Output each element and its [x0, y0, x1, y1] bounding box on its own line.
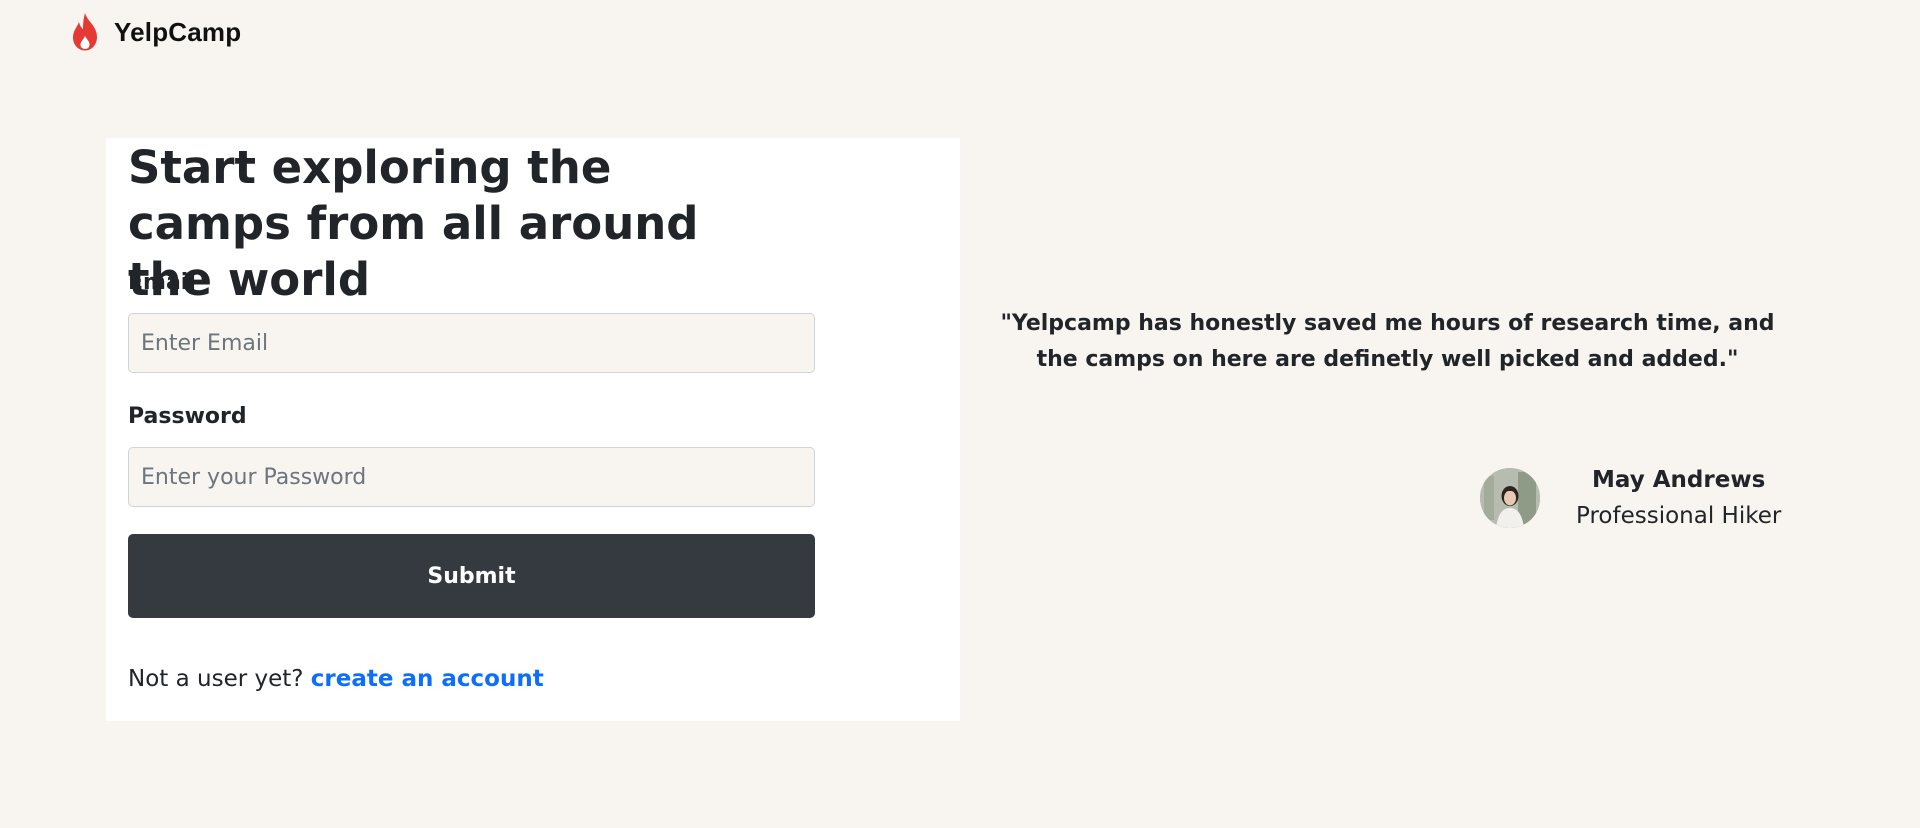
flame-icon	[73, 13, 97, 51]
brand[interactable]: YelpCamp	[70, 12, 241, 52]
page-title: Start exploring the camps from all aroun…	[128, 141, 699, 306]
author-details: May Andrews Professional Hiker	[1576, 462, 1781, 534]
email-label: Email	[128, 270, 196, 295]
avatar-photo-icon	[1480, 468, 1540, 528]
create-account-link[interactable]: create an account	[311, 666, 544, 692]
author-name: May Andrews	[1592, 467, 1766, 493]
submit-button[interactable]: Submit	[128, 534, 815, 618]
password-field[interactable]	[128, 447, 815, 507]
password-label: Password	[128, 404, 247, 429]
author-role: Professional Hiker	[1576, 503, 1782, 529]
signup-prompt: Not a user yet?	[128, 666, 304, 692]
signup-prompt-line: Not a user yet? create an account	[128, 666, 544, 692]
email-field[interactable]	[128, 313, 815, 373]
testimonial-author: May Andrews Professional Hiker	[1480, 462, 1781, 534]
brand-name: YelpCamp	[114, 16, 242, 47]
testimonial-quote: "Yelpcamp has honestly saved me hours of…	[1000, 311, 1775, 372]
login-card: Start exploring the camps from all aroun…	[106, 138, 960, 721]
user-avatar	[1480, 468, 1540, 528]
